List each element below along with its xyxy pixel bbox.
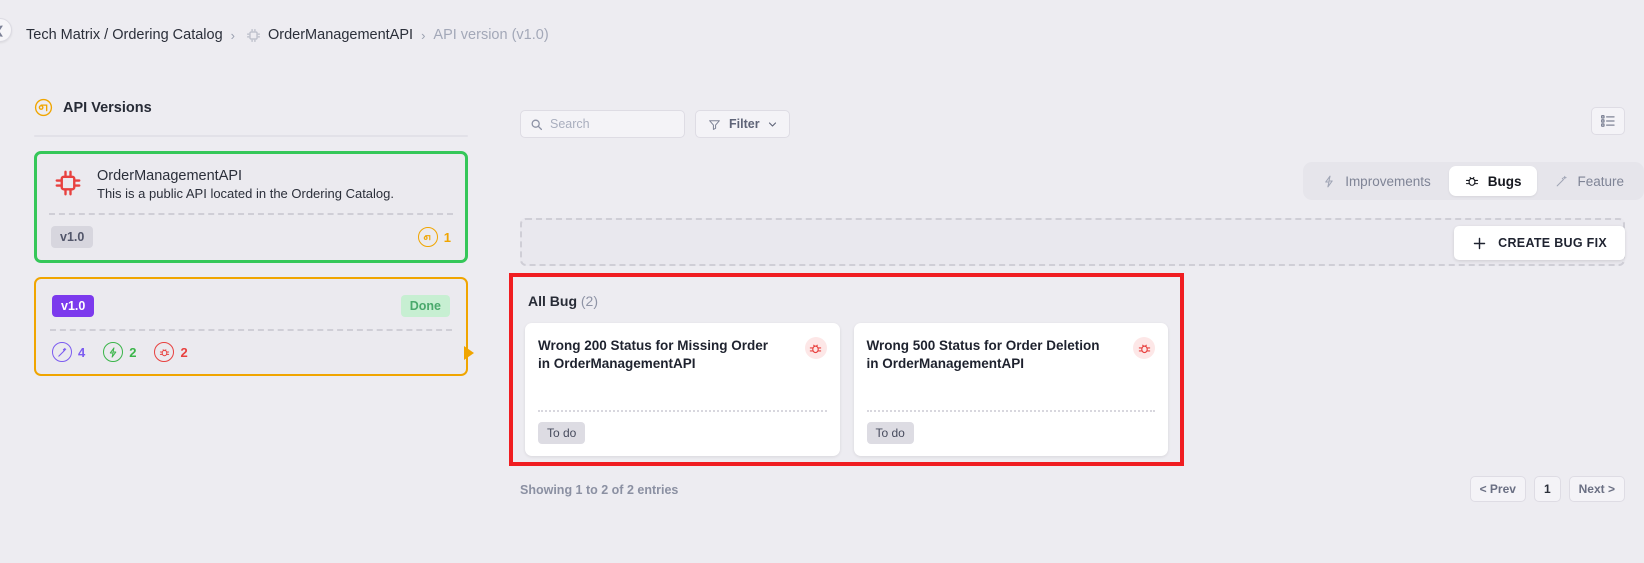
stat-bugs-value: 2 — [180, 344, 188, 360]
api-card-footer: v1.0 1 — [47, 215, 455, 260]
bug-icon — [1133, 337, 1155, 359]
list-view-toggle[interactable] — [1591, 107, 1625, 135]
stat-improvements-value: 2 — [129, 344, 137, 360]
api-versions-icon — [417, 227, 438, 247]
magic-wand-icon — [52, 342, 72, 362]
panel-header: API Versions — [0, 70, 500, 117]
status-badge: To do — [538, 422, 586, 444]
filter-label: Filter — [729, 117, 760, 131]
version-card-header: v1.0 Done — [48, 289, 454, 329]
create-bug-fix-button[interactable]: CREATE BUG FIX — [1454, 226, 1625, 260]
bug-icon — [1465, 174, 1479, 188]
tab-feature-label: Feature — [1577, 173, 1624, 189]
breadcrumb-current: API version (v1.0) — [433, 27, 549, 43]
tab-improvements-label: Improvements — [1345, 173, 1431, 189]
stat-improvements: 2 — [103, 342, 136, 362]
api-versions-panel: API Versions OrderManagementAPI This is … — [0, 70, 500, 563]
bug-icon — [154, 342, 175, 362]
api-versions-icon — [34, 98, 53, 117]
entries-summary: Showing 1 to 2 of 2 entries — [520, 483, 679, 497]
bolt-icon — [103, 342, 124, 362]
breadcrumb-separator-2: › — [421, 27, 426, 43]
all-bugs-title-text: All Bug — [528, 293, 577, 309]
list-view-icon — [1600, 113, 1616, 129]
stat-features: 4 — [52, 342, 85, 362]
filter-button[interactable]: Filter — [695, 110, 790, 138]
bug-card-footer: To do — [525, 412, 840, 456]
breadcrumb-separator-1: › — [230, 27, 235, 43]
plus-icon — [1472, 236, 1487, 251]
version-card[interactable]: v1.0 Done 4 2 2 — [34, 277, 468, 376]
api-card-versions-count: 1 — [417, 227, 451, 247]
tab-feature[interactable]: Feature — [1539, 166, 1640, 196]
panel-divider — [34, 135, 468, 137]
bug-card-header: Wrong 500 Status for Order Deletion in O… — [854, 323, 1169, 410]
next-page-button[interactable]: Next > — [1568, 476, 1625, 502]
all-bugs-count: (2) — [580, 293, 599, 309]
version-card-stats: 4 2 2 — [48, 331, 454, 374]
search-box[interactable] — [520, 110, 685, 138]
magic-wand-icon — [1555, 175, 1568, 188]
api-card-texts: OrderManagementAPI This is a public API … — [97, 168, 394, 201]
page-number-button[interactable]: 1 — [1533, 476, 1561, 502]
bug-card-title: Wrong 200 Status for Missing Order in Or… — [538, 338, 769, 372]
all-bugs-heading: All Bug (2) — [525, 287, 1168, 309]
stat-bugs: 2 — [154, 342, 188, 362]
bug-card[interactable]: Wrong 200 Status for Missing Order in Or… — [525, 323, 840, 456]
api-versions-count-value: 1 — [443, 229, 451, 245]
bug-card-footer: To do — [854, 412, 1169, 456]
chevron-down-icon — [768, 120, 777, 129]
breadcrumb-api-name[interactable]: OrderManagementAPI — [268, 27, 413, 43]
funnel-icon — [708, 118, 721, 131]
pagination: < Prev 1 Next > — [1469, 476, 1625, 502]
bug-cards-list: Wrong 200 Status for Missing Order in Or… — [525, 323, 1168, 456]
api-card[interactable]: OrderManagementAPI This is a public API … — [34, 151, 468, 263]
app-root: ❮ Tech Matrix / Ordering Catalog › Order… — [0, 0, 1644, 563]
version-card-status: Done — [400, 295, 450, 317]
status-badge: To do — [866, 422, 914, 444]
search-icon — [530, 118, 543, 131]
prev-page-button[interactable]: < Prev — [1469, 476, 1526, 502]
bug-card-header: Wrong 200 Status for Missing Order in Or… — [525, 323, 840, 410]
api-card-version-tag: v1.0 — [51, 226, 94, 248]
tab-bugs[interactable]: Bugs — [1448, 166, 1538, 196]
bug-icon — [804, 337, 827, 359]
main-content: Filter — [500, 70, 1644, 563]
toolbar: Filter — [500, 70, 1644, 138]
api-card-title: OrderManagementAPI — [97, 168, 243, 184]
breadcrumb-root[interactable]: Tech Matrix / Ordering Catalog — [26, 27, 223, 43]
category-tabs: Improvements Bugs Feature — [1303, 162, 1644, 200]
sidebar-collapse-icon[interactable]: ❮ — [0, 18, 12, 42]
search-input[interactable] — [550, 117, 670, 131]
version-card-tag: v1.0 — [52, 295, 95, 317]
orange-play-arrow-icon — [464, 346, 474, 360]
api-card-description: This is a public API located in the Orde… — [97, 186, 394, 201]
chip-icon — [245, 27, 262, 44]
bolt-icon — [1323, 175, 1336, 188]
bug-card[interactable]: Wrong 500 Status for Order Deletion in O… — [853, 323, 1169, 456]
tab-improvements[interactable]: Improvements — [1307, 166, 1447, 196]
create-bug-fix-label: CREATE BUG FIX — [1498, 236, 1607, 250]
tab-bugs-label: Bugs — [1487, 173, 1522, 189]
chip-icon — [53, 168, 83, 198]
breadcrumb: ❮ Tech Matrix / Ordering Catalog › Order… — [0, 0, 1644, 70]
stat-features-value: 4 — [78, 344, 86, 360]
bug-card-title: Wrong 500 Status for Order Deletion in O… — [866, 338, 1100, 372]
panel-title: API Versions — [63, 99, 152, 116]
all-bugs-region: All Bug (2) Wrong 200 Status for Missing… — [509, 273, 1184, 466]
api-card-body: OrderManagementAPI This is a public API … — [47, 162, 455, 213]
